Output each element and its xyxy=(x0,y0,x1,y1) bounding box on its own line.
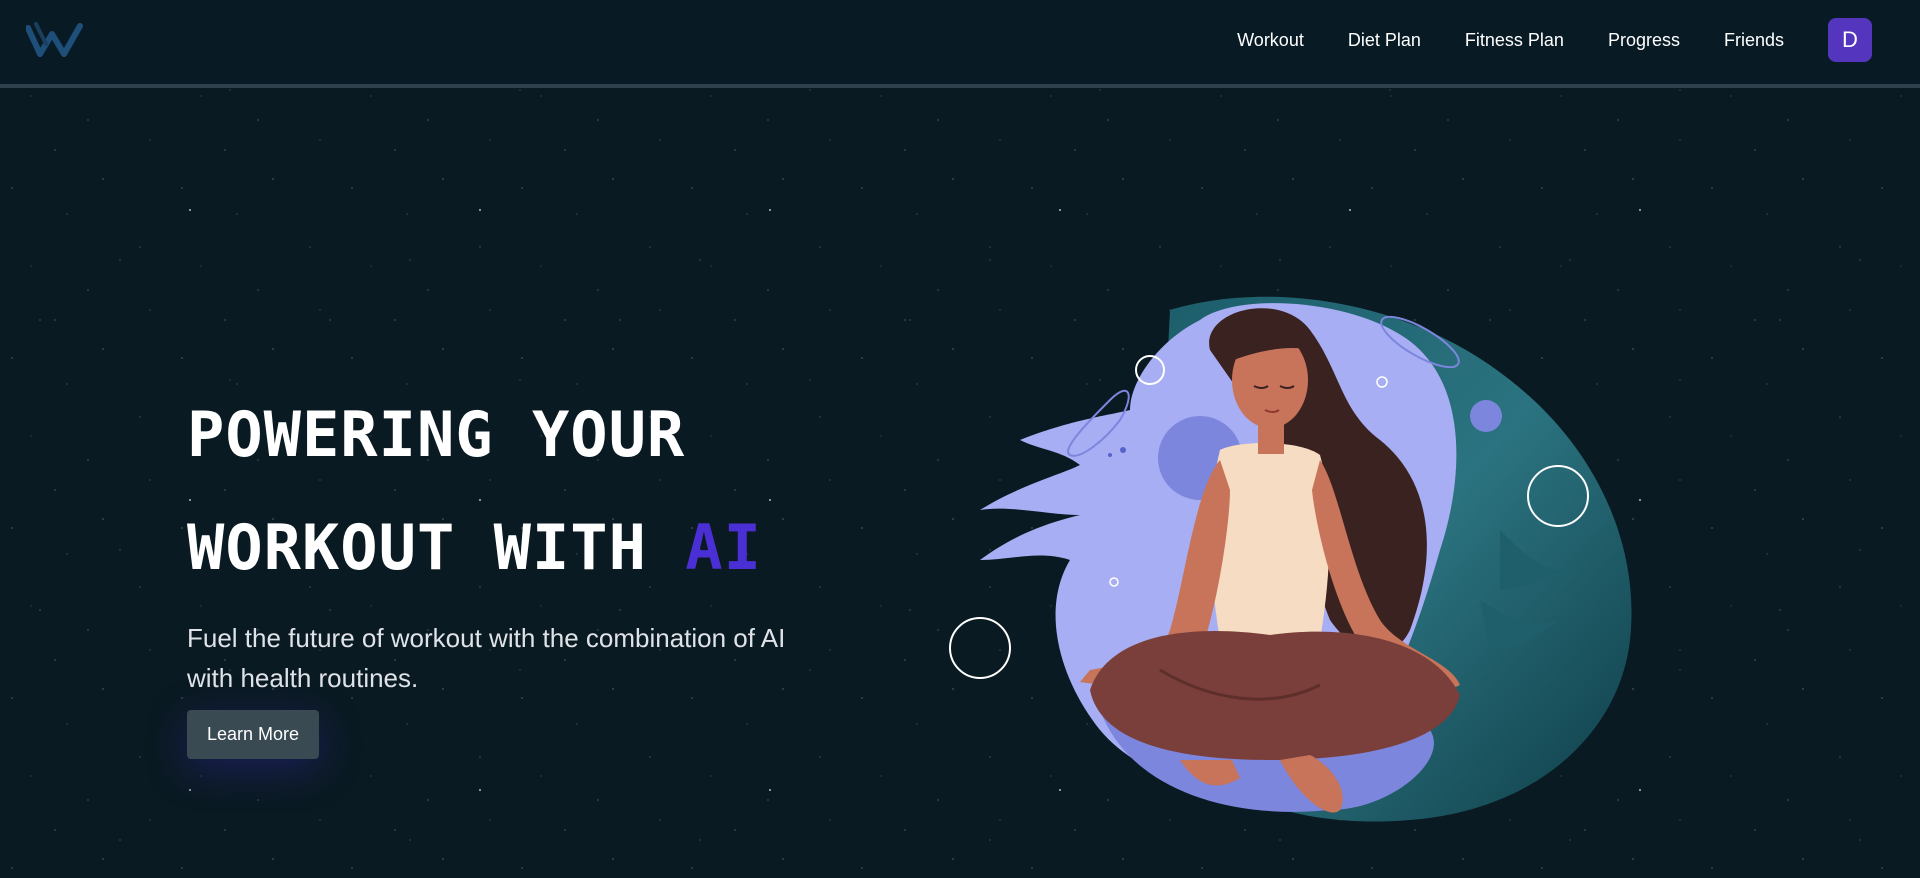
main-nav: Workout Diet Plan Fitness Plan Progress … xyxy=(1193,18,1872,62)
headline-accent: AI xyxy=(685,511,762,584)
headline-line-2: WORKOUT WITH xyxy=(187,511,686,584)
headline-line-1: POWERING YOUR xyxy=(187,398,686,471)
nav-link-fitness-plan[interactable]: Fitness Plan xyxy=(1465,30,1564,51)
meditating-woman-illustration xyxy=(949,296,1632,822)
nav-link-diet-plan[interactable]: Diet Plan xyxy=(1348,30,1421,51)
hero-headline: POWERING YOUR WORKOUT WITH AI xyxy=(187,378,807,604)
learn-more-button[interactable]: Learn More xyxy=(187,710,320,759)
nav-link-friends[interactable]: Friends xyxy=(1724,30,1784,51)
avatar[interactable]: D xyxy=(1828,18,1872,62)
hero-section: POWERING YOUR WORKOUT WITH AI Fuel the f… xyxy=(187,378,807,759)
top-navbar: Workout Diet Plan Fitness Plan Progress … xyxy=(0,0,1920,88)
w-logo-icon[interactable] xyxy=(26,20,88,60)
nav-link-progress[interactable]: Progress xyxy=(1608,30,1680,51)
hero-subtext: Fuel the future of workout with the comb… xyxy=(187,623,786,693)
nav-link-workout[interactable]: Workout xyxy=(1237,30,1304,51)
